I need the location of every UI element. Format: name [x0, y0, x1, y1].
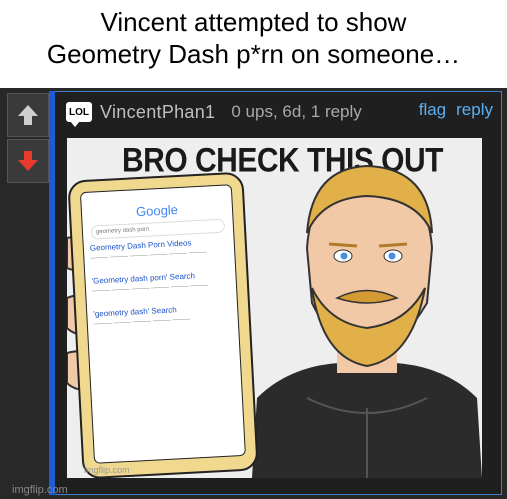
- caption-line-1: Vincent attempted to show: [100, 7, 407, 37]
- downvote-button[interactable]: [7, 139, 49, 183]
- flag-link[interactable]: flag: [419, 100, 446, 120]
- imgflip-watermark: imgflip.com: [12, 484, 68, 496]
- comment-meta: 0 ups, 6d, 1 reply: [231, 102, 362, 121]
- comment-header: LOL VincentPhan1 0 ups, 6d, 1 reply: [66, 98, 362, 127]
- upvote-button[interactable]: [7, 93, 49, 137]
- lol-icon: LOL: [66, 102, 92, 127]
- caption-line-2: Geometry Dash p*rn on someone…: [46, 39, 461, 69]
- downvote-arrow-icon: [18, 151, 38, 171]
- search-query: geometry dash porn: [90, 218, 226, 240]
- comment-actions: flag reply: [419, 100, 493, 120]
- meme-image[interactable]: BRO CHECK THIS OUT Google geometry dash …: [67, 138, 482, 478]
- phone-screen: Google geometry dash porn Geometry Dash …: [79, 184, 246, 464]
- upvote-arrow-icon: [18, 105, 38, 125]
- reply-link[interactable]: reply: [456, 100, 493, 120]
- meme-caption: Vincent attempted to show Geometry Dash …: [0, 0, 507, 88]
- username-link[interactable]: VincentPhan1: [100, 102, 215, 123]
- phone-illustration: Google geometry dash porn Geometry Dash …: [67, 171, 259, 478]
- inner-watermark: imgflip.com: [84, 465, 130, 475]
